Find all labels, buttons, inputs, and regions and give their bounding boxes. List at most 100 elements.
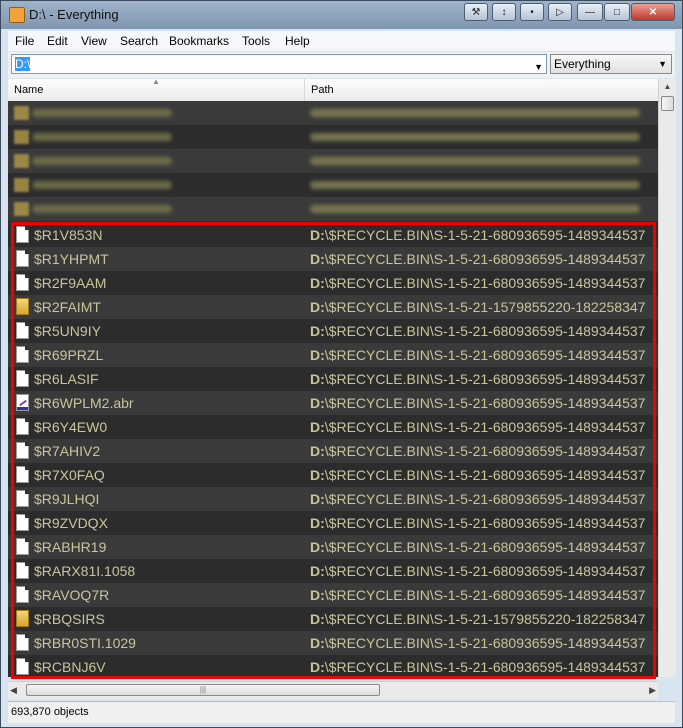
item-path: D:\$RECYCLE.BIN\S-1-5-21-680936595-14893… [310, 635, 646, 651]
menu-bookmarks[interactable]: Bookmarks [169, 34, 229, 48]
file-icon [16, 634, 29, 651]
column-path[interactable]: Path [305, 79, 658, 101]
list-item[interactable]: $R9ZVDQX D:\$RECYCLE.BIN\S-1-5-21-680936… [8, 511, 658, 535]
chevron-down-icon[interactable]: ▼ [534, 58, 543, 76]
item-path: D:\$RECYCLE.BIN\S-1-5-21-680936595-14893… [310, 563, 646, 579]
scroll-up-icon[interactable]: ▲ [659, 79, 676, 95]
scroll-right-icon[interactable]: ▶ [649, 682, 656, 699]
list-item[interactable]: $R6WPLM2.abr D:\$RECYCLE.BIN\S-1-5-21-68… [8, 391, 658, 415]
file-icon [16, 418, 29, 435]
list-item[interactable]: $R69PRZL D:\$RECYCLE.BIN\S-1-5-21-680936… [8, 343, 658, 367]
item-name: $RARX81I.1058 [34, 563, 136, 579]
file-icon [16, 538, 29, 555]
list-item[interactable]: $R9JLHQI D:\$RECYCLE.BIN\S-1-5-21-680936… [8, 487, 658, 511]
item-name: $R2FAIMT [34, 299, 101, 315]
list-item[interactable]: $RBQSIRS D:\$RECYCLE.BIN\S-1-5-21-157985… [8, 607, 658, 631]
status-bar: 693,870 objects [8, 701, 675, 723]
menu-file[interactable]: File [15, 34, 34, 48]
blurred-row [8, 197, 658, 221]
file-icon [16, 562, 29, 579]
list-item[interactable]: $R2F9AAM D:\$RECYCLE.BIN\S-1-5-21-680936… [8, 271, 658, 295]
vertical-scrollbar[interactable]: ▲ [658, 79, 676, 677]
list-item[interactable]: $RCBNJ6V D:\$RECYCLE.BIN\S-1-5-21-680936… [8, 655, 658, 677]
vertical-scroll-thumb[interactable] [661, 96, 674, 111]
item-path: D:\$RECYCLE.BIN\S-1-5-21-680936595-14893… [310, 347, 646, 363]
item-path: D:\$RECYCLE.BIN\S-1-5-21-680936595-14893… [310, 227, 646, 243]
list-item[interactable]: $RAVOQ7R D:\$RECYCLE.BIN\S-1-5-21-680936… [8, 583, 658, 607]
list-item[interactable]: $R5UN9IY D:\$RECYCLE.BIN\S-1-5-21-680936… [8, 319, 658, 343]
item-path: D:\$RECYCLE.BIN\S-1-5-21-680936595-14893… [310, 323, 646, 339]
item-name: $R9JLHQI [34, 491, 100, 507]
item-path: D:\$RECYCLE.BIN\S-1-5-21-680936595-14893… [310, 275, 646, 291]
file-icon [16, 490, 29, 507]
file-icon [16, 514, 29, 531]
close-button[interactable]: ✕ [631, 3, 675, 21]
file-icon [16, 250, 29, 267]
blurred-row [8, 173, 658, 197]
item-path: D:\$RECYCLE.BIN\S-1-5-21-680936595-14893… [310, 515, 646, 531]
object-count: 693,870 objects [11, 706, 89, 718]
item-path: D:\$RECYCLE.BIN\S-1-5-21-680936595-14893… [310, 539, 646, 555]
scroll-left-icon[interactable]: ◀ [10, 682, 17, 699]
item-name: $R7X0FAQ [34, 467, 105, 483]
item-path: D:\$RECYCLE.BIN\S-1-5-21-680936595-14893… [310, 659, 646, 675]
item-name: $R1YHPMT [34, 251, 109, 267]
list-item[interactable]: $R6LASIF D:\$RECYCLE.BIN\S-1-5-21-680936… [8, 367, 658, 391]
file-icon [16, 658, 29, 675]
item-name: $R6WPLM2.abr [34, 395, 134, 411]
column-name-label: Name [14, 84, 44, 96]
pin-icon[interactable]: ▷ [548, 3, 572, 21]
maximize-button[interactable]: □ [604, 3, 630, 21]
list-item[interactable]: $RABHR19 D:\$RECYCLE.BIN\S-1-5-21-680936… [8, 535, 658, 559]
tool-icon[interactable]: ⚒ [464, 3, 488, 21]
blurred-row [8, 101, 658, 125]
scroll-icon[interactable]: ↕ [492, 3, 516, 21]
item-name: $RCBNJ6V [34, 659, 106, 675]
item-name: $R9ZVDQX [34, 515, 108, 531]
list-item[interactable]: $RARX81I.1058 D:\$RECYCLE.BIN\S-1-5-21-6… [8, 559, 658, 583]
file-icon [16, 586, 29, 603]
list-item[interactable]: $RBR0STI.1029 D:\$RECYCLE.BIN\S-1-5-21-6… [8, 631, 658, 655]
item-name: $R6LASIF [34, 371, 99, 387]
list-item[interactable]: $R1YHPMT D:\$RECYCLE.BIN\S-1-5-21-680936… [8, 247, 658, 271]
filter-chevron-icon: ▼ [658, 59, 667, 69]
everything-app-icon[interactable] [9, 7, 25, 23]
everything-window: D:\ - Everything ⚒ ↕ • ▷ — □ ✕ File Edit… [0, 0, 683, 728]
menu-view[interactable]: View [81, 34, 107, 48]
menu-tools[interactable]: Tools [242, 34, 270, 48]
file-icon [16, 226, 29, 243]
filter-value: Everything [554, 57, 611, 71]
list-item[interactable]: $R6Y4EW0 D:\$RECYCLE.BIN\S-1-5-21-680936… [8, 415, 658, 439]
menu-help[interactable]: Help [285, 34, 310, 48]
list-item[interactable]: $R1V853N D:\$RECYCLE.BIN\S-1-5-21-680936… [8, 223, 658, 247]
folder-icon [16, 610, 29, 627]
sort-ascending-icon: ▲ [152, 77, 160, 86]
minimize-button[interactable]: — [577, 3, 603, 21]
file-icon [16, 346, 29, 363]
search-row: D:\ ▼ Everything ▼ [8, 52, 675, 78]
item-path: D:\$RECYCLE.BIN\S-1-5-21-680936595-14893… [310, 371, 646, 387]
menu-search[interactable]: Search [120, 34, 158, 48]
filter-select[interactable]: Everything ▼ [550, 54, 672, 74]
search-input[interactable]: D:\ ▼ [11, 54, 547, 74]
title-bar[interactable]: D:\ - Everything ⚒ ↕ • ▷ — □ ✕ [1, 1, 682, 29]
results-list[interactable]: $R1V853N D:\$RECYCLE.BIN\S-1-5-21-680936… [8, 101, 658, 677]
list-item[interactable]: $R7AHIV2 D:\$RECYCLE.BIN\S-1-5-21-680936… [8, 439, 658, 463]
dot-icon[interactable]: • [520, 3, 544, 21]
file-icon [16, 442, 29, 459]
item-name: $R6Y4EW0 [34, 419, 108, 435]
list-item[interactable]: $R7X0FAQ D:\$RECYCLE.BIN\S-1-5-21-680936… [8, 463, 658, 487]
menu-edit[interactable]: Edit [47, 34, 68, 48]
menu-bar: File Edit View Search Bookmarks Tools He… [8, 31, 675, 51]
item-path: D:\$RECYCLE.BIN\S-1-5-21-680936595-14893… [310, 395, 646, 411]
column-name[interactable]: ▲ Name [8, 77, 305, 101]
horizontal-scroll-thumb[interactable]: ||| [26, 684, 380, 696]
file-icon [16, 322, 29, 339]
horizontal-scrollbar[interactable]: ◀ ||| ▶ [8, 681, 658, 699]
file-icon [16, 466, 29, 483]
blurred-row [8, 125, 658, 149]
item-name: $RBR0STI.1029 [34, 635, 136, 651]
list-item[interactable]: $R2FAIMT D:\$RECYCLE.BIN\S-1-5-21-157985… [8, 295, 658, 319]
item-name: $RBQSIRS [34, 611, 105, 627]
item-path: D:\$RECYCLE.BIN\S-1-5-21-680936595-14893… [310, 467, 646, 483]
